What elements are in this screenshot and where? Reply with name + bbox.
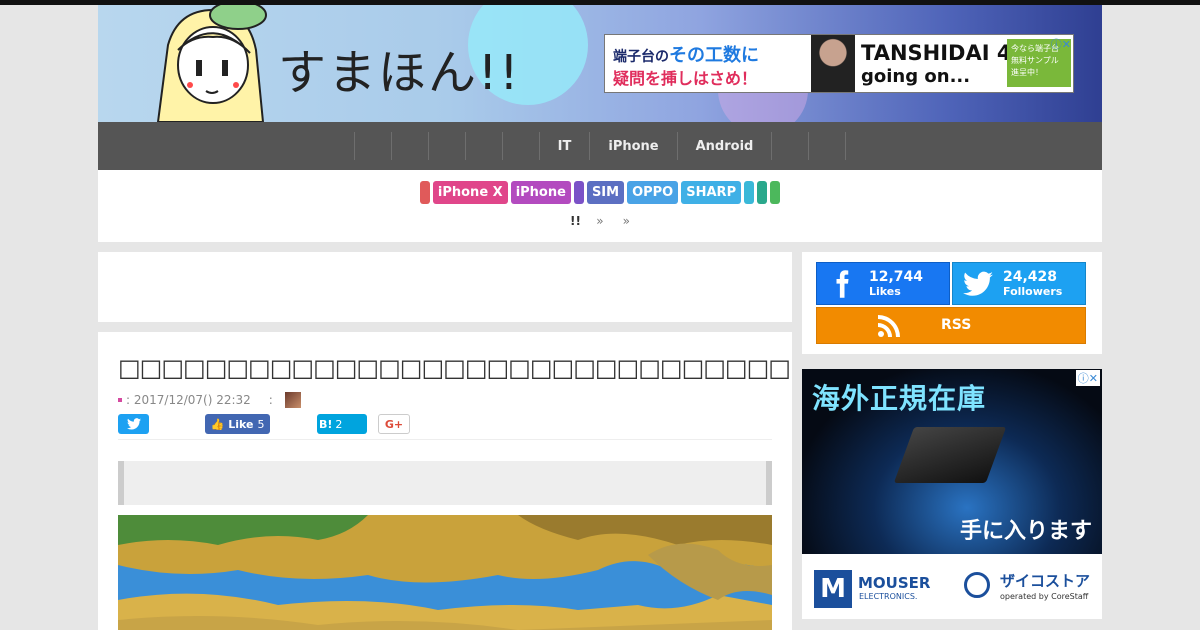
tag-item[interactable]: [770, 181, 781, 204]
rss-icon: [878, 314, 900, 337]
article-map-image: [118, 515, 772, 630]
twitter-share-button[interactable]: [118, 414, 149, 434]
ad-close-icon[interactable]: ⓘ✕: [1051, 36, 1071, 52]
ad-placeholder: [98, 252, 792, 322]
nav-item[interactable]: [771, 132, 808, 160]
hatena-icon: B!: [319, 417, 333, 431]
ad-line1-strong: その工数に: [669, 45, 759, 66]
article: □□□□□□□□□□□□□□□□□□□□□□□□□□□□□□□□□□□□□□□□…: [98, 332, 792, 630]
twitter-label: Followers: [1003, 284, 1063, 298]
ad-line1: 端子台のその工数に: [613, 41, 759, 67]
ad-line2: 疑問を挿しはさめ！: [613, 69, 758, 88]
ad-person-image: [811, 35, 855, 92]
tag-item[interactable]: iPhone X: [432, 181, 508, 204]
page-wrapper: すまほん!! 端子台のその工数に 疑問を挿しはさめ！ TANSHIDAI 4.0…: [98, 5, 1102, 242]
tag-list: iPhone XiPhone SIM OPPO SHARP: [98, 181, 1102, 204]
like-label: Like: [228, 417, 254, 431]
twitter-icon: [963, 271, 993, 296]
nav-item[interactable]: [464, 132, 502, 160]
site-header: すまほん!! 端子台のその工数に 疑問を挿しはさめ！ TANSHIDAI 4.0…: [98, 5, 1102, 122]
tag-item[interactable]: [573, 181, 584, 204]
article-meta: : 2017/12/07() 22:32 :: [118, 392, 301, 408]
twitter-icon: [126, 418, 141, 430]
facebook-follow-button[interactable]: 12,744 Likes: [816, 262, 950, 305]
tag-item[interactable]: SIM: [586, 181, 625, 204]
author-avatar[interactable]: [284, 392, 301, 408]
tag-item[interactable]: SHARP: [681, 181, 742, 204]
date-marker-icon: [118, 398, 122, 402]
facebook-icon: [836, 269, 849, 298]
rss-label: RSS: [941, 317, 972, 333]
nav-item[interactable]: [427, 132, 465, 160]
ad-tagline: going on...: [861, 66, 971, 87]
nav-item[interactable]: [353, 132, 391, 160]
mouser-brand: MOUSER: [858, 574, 931, 592]
facebook-like-button[interactable]: 👍 Like 5: [205, 414, 270, 434]
nav-item[interactable]: [501, 132, 539, 160]
twitter-count: 24,428: [1003, 268, 1058, 285]
header-ad-banner[interactable]: 端子台のその工数に 疑問を挿しはさめ！ TANSHIDAI 4.0 going …: [604, 34, 1074, 93]
sidebar-ad-logos: M MOUSER ELECTRONICS. ザイコストア operated by…: [802, 554, 1102, 619]
zaiko-logo-icon: [964, 572, 990, 598]
mouser-subbrand: ELECTRONICS.: [859, 592, 918, 601]
hatena-count: 2: [335, 417, 343, 431]
breadcrumb-home[interactable]: !!: [570, 214, 581, 228]
site-logo[interactable]: すまほん!!: [278, 33, 521, 103]
tag-item[interactable]: [757, 181, 768, 204]
facebook-count: 12,744: [869, 268, 924, 285]
tag-item[interactable]: [419, 181, 430, 204]
nav-item[interactable]: [808, 132, 847, 160]
ad-line1-prefix: 端子台の: [613, 49, 669, 65]
nav-item[interactable]: [390, 132, 428, 160]
sidebar-ad[interactable]: 海外正規在庫 手に入ります M MOUSER ELECTRONICS. ザイコス…: [802, 369, 1102, 619]
zaiko-brand: ザイコストア: [1000, 572, 1091, 590]
sidebar-ad-headline: 海外正規在庫: [812, 382, 987, 415]
tag-item[interactable]: iPhone: [510, 181, 571, 204]
rss-button[interactable]: RSS: [816, 307, 1086, 344]
mouser-logo-icon: M: [814, 570, 852, 608]
twitter-follow-button[interactable]: 24,428 Followers: [952, 262, 1086, 305]
breadcrumb: !! » »: [98, 214, 1102, 228]
gplus-share-button[interactable]: G+: [378, 414, 410, 434]
tag-item[interactable]: [744, 181, 755, 204]
share-bar: 👍 Like 5 B! 2 G+: [118, 414, 772, 440]
article-quote-box: [118, 461, 772, 505]
tag-area: iPhone XiPhone SIM OPPO SHARP !! » »: [98, 170, 1102, 242]
hatena-bookmark-button[interactable]: B! 2: [317, 414, 367, 434]
ad-close-icon[interactable]: ⓘ✕: [1075, 370, 1100, 386]
tag-item[interactable]: OPPO: [627, 181, 679, 204]
thumbs-up-icon: 👍: [210, 417, 225, 431]
facebook-label: Likes: [869, 284, 901, 298]
article-date: : 2017/12/07() 22:32: [126, 393, 251, 407]
breadcrumb-separator: »: [622, 214, 630, 228]
sidebar-ad-subline: 手に入ります: [959, 519, 1092, 544]
nav-item[interactable]: IT: [538, 132, 590, 160]
nav-item[interactable]: Android: [676, 132, 772, 160]
article-title[interactable]: □□□□□□□□□□□□□□□□□□□□□□□□□□□□□□□□□□□□□□□□…: [118, 354, 792, 382]
nav-item[interactable]: iPhone: [589, 132, 676, 160]
zaiko-subbrand: operated by CoreStaff: [1000, 592, 1089, 601]
main-nav: IT iPhone Android: [98, 122, 1102, 170]
breadcrumb-separator: »: [596, 214, 604, 228]
author-label: :: [268, 393, 273, 407]
like-count: 5: [257, 417, 265, 431]
mascot-image[interactable]: [138, 5, 268, 122]
social-widget: 12,744 Likes 24,428 Followers RSS: [802, 252, 1102, 354]
